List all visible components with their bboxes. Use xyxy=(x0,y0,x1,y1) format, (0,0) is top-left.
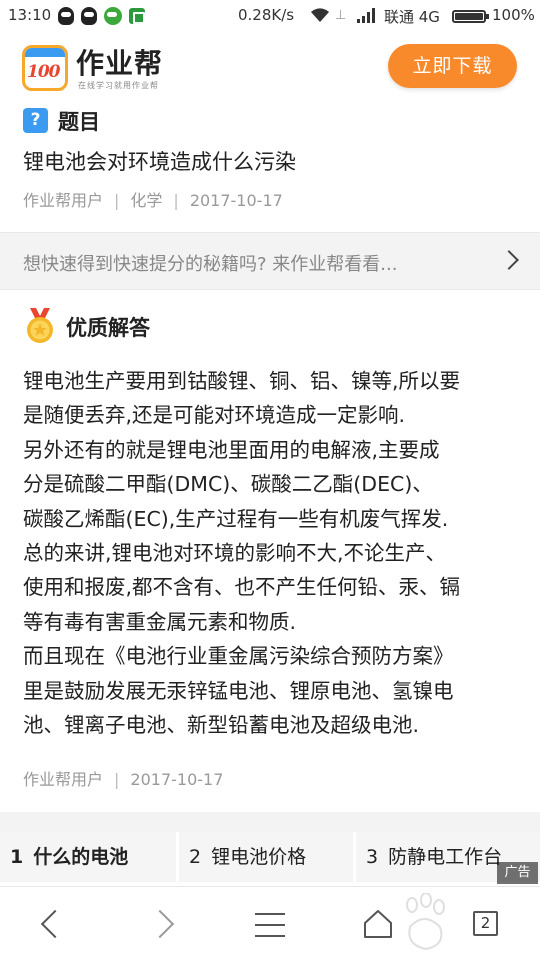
wechat-notification-icon xyxy=(104,7,122,25)
medal-icon xyxy=(27,308,53,343)
tab-count-button[interactable]: 2 xyxy=(473,911,498,936)
network-speed: 0.28K/s xyxy=(238,6,295,24)
qq-notification-icon xyxy=(58,7,74,25)
logo-badge-text: 100 xyxy=(27,62,60,82)
app-logo-icon[interactable]: 100 xyxy=(22,45,68,91)
question-text: 锂电池会对环境造成什么污染 xyxy=(23,150,296,174)
forward-icon[interactable] xyxy=(145,909,175,939)
related-item-number: 1 xyxy=(10,846,24,868)
related-item-1[interactable]: 1 什么的电池 xyxy=(0,832,176,882)
answer-line: 池、锂离子电池、新型铅蓄电池及超级电池. xyxy=(23,713,420,738)
answer-line: 碳酸乙烯酯(EC),生产过程有一些有机废气挥发. xyxy=(23,506,449,531)
carrier-label: 联通 4G xyxy=(384,8,440,26)
answer-body: 锂电池生产要用到钴酸锂、铜、铝、镍等,所以要 是随便丢弃,还是可能对环境造成一定… xyxy=(23,364,523,742)
promo-text: 想快速得到快速提分的秘籍吗? 来作业帮看看... xyxy=(23,254,398,275)
related-item-label: 锂电池价格 xyxy=(211,846,307,868)
sim1-signal-icon: ⊥ xyxy=(335,8,347,23)
answer-line: 等有毒有害重金属元素和物质. xyxy=(23,609,297,634)
home-icon[interactable] xyxy=(363,909,393,939)
question-meta: 作业帮用户 | 化学 | 2017-10-17 xyxy=(23,187,283,211)
meta-separator: | xyxy=(114,770,120,789)
related-searches: 1 什么的电池 2 锂电池价格 3 防静电工作台 xyxy=(0,832,540,882)
question-date: 2017-10-17 xyxy=(189,191,283,210)
answer-line: 是随便丢弃,还是可能对环境造成一定影响. xyxy=(23,403,406,428)
battery-percent: 100% xyxy=(492,6,535,24)
question-author: 作业帮用户 xyxy=(23,191,104,210)
chevron-right-icon xyxy=(499,250,519,270)
ad-label: 广告 xyxy=(497,862,538,884)
answer-meta: 作业帮用户 | 2017-10-17 xyxy=(23,766,223,790)
battery-icon xyxy=(452,10,489,23)
related-item-2[interactable]: 2 锂电池价格 xyxy=(179,832,353,882)
browser-toolbar: 2 xyxy=(0,886,540,960)
question-subject[interactable]: 化学 xyxy=(130,191,162,210)
answer-line: 而且现在《电池行业重金属污染综合预防方案》 xyxy=(23,644,454,669)
download-button[interactable]: 立即下载 xyxy=(388,44,517,88)
status-time: 13:10 xyxy=(8,6,52,24)
answer-line: 另外还有的就是锂电池里面用的电解液,主要成 xyxy=(23,437,440,462)
meta-separator: | xyxy=(173,191,179,210)
answer-section-title: 优质解答 xyxy=(66,316,150,340)
wifi-icon xyxy=(311,8,329,22)
menu-icon[interactable] xyxy=(255,913,285,937)
app-header: 100 作业帮 在线学习就用作业帮 立即下载 xyxy=(0,32,540,106)
status-bar: 13:10 0.28K/s ⊥ 联通 4G 100% xyxy=(0,0,540,32)
meta-separator: | xyxy=(114,191,120,210)
promo-banner[interactable]: 想快速得到快速提分的秘籍吗? 来作业帮看看... xyxy=(0,232,540,290)
qq-notification-icon xyxy=(81,7,97,25)
answer-line: 总的来讲,锂电池对环境的影响不大,不论生产、 xyxy=(23,541,447,566)
answer-author: 作业帮用户 xyxy=(23,770,104,789)
question-section-title: 题目 xyxy=(58,110,100,134)
related-item-label: 什么的电池 xyxy=(33,846,129,868)
app-tagline: 在线学习就用作业帮 xyxy=(78,81,159,90)
related-item-number: 3 xyxy=(366,846,379,868)
back-icon[interactable] xyxy=(40,909,70,939)
answer-line: 使用和报废,都不含有、也不产生任何铅、汞、镉 xyxy=(23,575,461,600)
answer-line: 里是鼓励发展无汞锌锰电池、锂原电池、氢镍电 xyxy=(23,678,454,703)
answer-date: 2017-10-17 xyxy=(130,770,224,789)
paw-watermark-icon xyxy=(406,893,445,951)
question-icon: ? xyxy=(23,108,48,133)
app-notification-icon xyxy=(129,8,145,24)
answer-line: 锂电池生产要用到钴酸锂、铜、铝、镍等,所以要 xyxy=(23,369,461,393)
signal-icon xyxy=(357,8,375,23)
answer-line: 分是硫酸二甲酯(DMC)、碳酸二乙酯(DEC)、 xyxy=(23,472,433,497)
related-item-number: 2 xyxy=(189,846,202,868)
related-item-label: 防静电工作台 xyxy=(388,846,503,868)
app-name: 作业帮 xyxy=(76,47,164,80)
section-divider xyxy=(0,812,540,832)
